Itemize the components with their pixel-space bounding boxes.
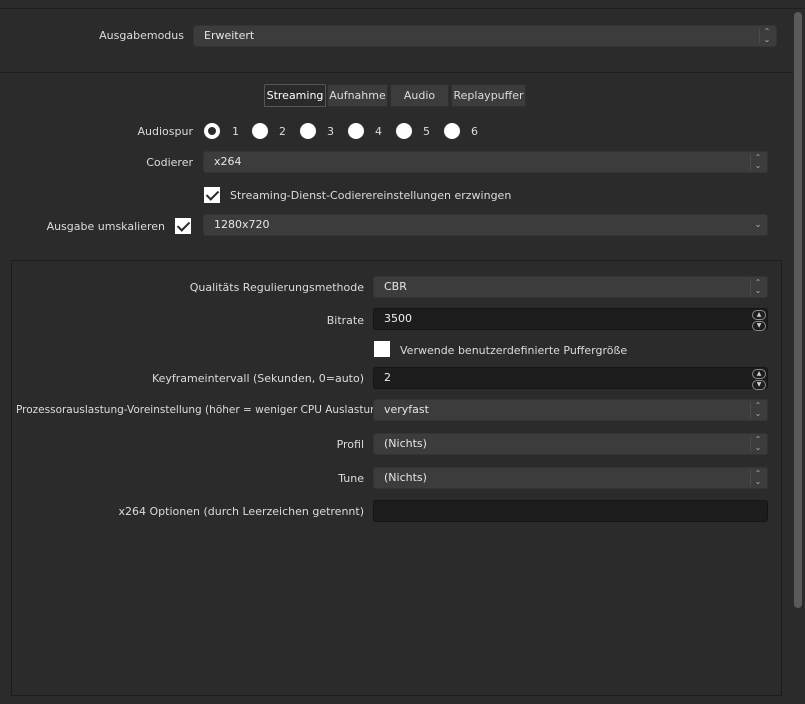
audiospur-radio-1[interactable] bbox=[204, 123, 220, 139]
audiospur-radio-1-label: 1 bbox=[232, 125, 239, 138]
audiospur-radio-2[interactable] bbox=[252, 123, 268, 139]
updown-icon: ⌃ ⌄ bbox=[750, 470, 765, 486]
rescale-label: Ausgabe umskalieren bbox=[46, 220, 165, 233]
enforce-service-label: Streaming-Dienst-Codierereinstellungen e… bbox=[230, 189, 512, 202]
audiospur-radio-5[interactable] bbox=[396, 123, 412, 139]
audiospur-radio-3[interactable] bbox=[300, 123, 316, 139]
updown-icon: ⌃ ⌄ bbox=[750, 279, 765, 295]
custom-buffer-label: Verwende benutzerdefinierte Puffergröße bbox=[400, 344, 628, 357]
x264-options-input[interactable] bbox=[373, 500, 768, 522]
audiospur-radio-2-label: 2 bbox=[279, 125, 286, 138]
bitrate-value: 3500 bbox=[384, 312, 412, 325]
updown-icon: ⌃ ⌄ bbox=[750, 154, 765, 170]
custom-buffer-checkbox[interactable] bbox=[374, 341, 390, 357]
tune-label: Tune bbox=[338, 472, 364, 485]
output-mode-value: Erweitert bbox=[204, 29, 255, 42]
tune-select[interactable]: (Nichts) ⌃ ⌄ bbox=[373, 467, 768, 489]
audiospur-radio-4-label: 4 bbox=[375, 125, 382, 138]
separator bbox=[0, 72, 793, 73]
profile-label: Profil bbox=[336, 438, 364, 451]
rate-control-value: CBR bbox=[384, 280, 407, 293]
updown-icon: ⌃ ⌄ bbox=[759, 28, 774, 44]
enforce-service-checkbox[interactable] bbox=[204, 187, 220, 203]
output-mode-label: Ausgabemodus bbox=[99, 29, 184, 42]
keyframe-spinbox[interactable]: 2 ▲ ▼ bbox=[373, 367, 768, 390]
keyframe-value: 2 bbox=[384, 371, 391, 384]
output-mode-select[interactable]: Erweitert ⌃ ⌄ bbox=[193, 25, 777, 47]
tab-aufnahme[interactable]: Aufnahme bbox=[327, 84, 388, 107]
chevron-up-icon[interactable]: ▲ bbox=[752, 369, 766, 379]
encoder-value: x264 bbox=[214, 155, 242, 168]
updown-icon: ⌃ ⌄ bbox=[750, 436, 765, 452]
bitrate-spinbox[interactable]: 3500 ▲ ▼ bbox=[373, 308, 768, 331]
audiospur-label: Audiospur bbox=[137, 125, 193, 138]
bitrate-label: Bitrate bbox=[326, 314, 364, 327]
chevron-down-icon[interactable]: ▼ bbox=[752, 321, 766, 331]
rescale-checkbox[interactable] bbox=[175, 218, 191, 234]
audiospur-radio-5-label: 5 bbox=[423, 125, 430, 138]
audiospur-radio-6-label: 6 bbox=[471, 125, 478, 138]
audiospur-radio-6[interactable] bbox=[444, 123, 460, 139]
encoder-select[interactable]: x264 ⌃ ⌄ bbox=[203, 151, 768, 173]
chevron-up-icon[interactable]: ▲ bbox=[752, 310, 766, 320]
preset-value: veryfast bbox=[384, 403, 429, 416]
tab-audio[interactable]: Audio bbox=[390, 84, 449, 107]
window-top-border bbox=[0, 0, 805, 9]
encoder-label: Codierer bbox=[146, 156, 193, 169]
preset-select[interactable]: veryfast ⌃ ⌄ bbox=[373, 399, 768, 421]
rate-control-label: Qualitäts Regulierungsmethode bbox=[189, 281, 364, 294]
preset-label: Prozessorauslastung-Voreinstellung (höhe… bbox=[16, 404, 388, 416]
vertical-scrollbar[interactable] bbox=[794, 12, 802, 608]
profile-value: (Nichts) bbox=[384, 437, 427, 450]
tab-replaypuffer[interactable]: Replaypuffer bbox=[451, 84, 526, 107]
tab-streaming[interactable]: Streaming bbox=[264, 84, 326, 107]
chevron-down-icon[interactable]: ▼ bbox=[752, 380, 766, 390]
x264-options-label: x264 Optionen (durch Leerzeichen getrenn… bbox=[118, 505, 365, 518]
audiospur-radio-4[interactable] bbox=[348, 123, 364, 139]
rescale-resolution-value: 1280x720 bbox=[214, 218, 270, 231]
rate-control-select[interactable]: CBR ⌃ ⌄ bbox=[373, 276, 768, 298]
updown-icon: ⌃ ⌄ bbox=[750, 402, 765, 418]
keyframe-label: Keyframeintervall (Sekunden, 0=auto) bbox=[151, 372, 364, 385]
rescale-resolution-select[interactable]: 1280x720 ⌄ bbox=[203, 214, 768, 236]
chevron-down-icon: ⌄ bbox=[754, 220, 762, 230]
audiospur-radio-3-label: 3 bbox=[327, 125, 334, 138]
profile-select[interactable]: (Nichts) ⌃ ⌄ bbox=[373, 433, 768, 455]
tune-value: (Nichts) bbox=[384, 471, 427, 484]
